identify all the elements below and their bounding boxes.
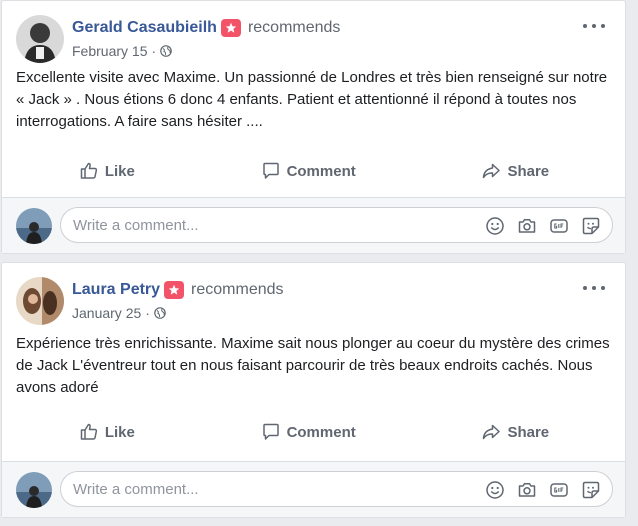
comment-composer [2,461,625,517]
post-text: Expérience très enrichissante. Maxime sa… [16,335,610,396]
gif-icon[interactable] [548,479,570,501]
smiley-icon[interactable] [484,479,506,501]
post-date[interactable]: February 15 [72,43,147,59]
comment-input[interactable] [73,208,473,242]
comment-tools [484,479,602,501]
like-label: Like [104,423,135,441]
star-badge-icon [220,19,241,37]
share-button[interactable]: Share [481,422,549,442]
share-arrow-icon [483,163,501,179]
like-label: Like [104,162,135,180]
comment-label: Comment [286,423,356,441]
post-card: Gerald Casaubieilh recommends February 1… [1,0,626,254]
share-label: Share [507,423,550,441]
more-options-icon[interactable] [583,281,605,295]
author-name[interactable]: Gerald Casaubieilh [72,19,217,37]
author-name[interactable]: Laura Petry [72,281,160,299]
meta-separator: · [145,305,150,321]
post-actions: Like Comment Share [16,412,612,452]
viewer-avatar[interactable] [16,208,52,244]
author-line: Gerald Casaubieilh recommends [72,19,340,37]
post-meta: February 15 · [72,43,172,59]
globe-icon [160,45,172,57]
recommends-label: recommends [247,19,341,36]
meta-separator: · [151,43,157,59]
comment-input[interactable] [73,472,473,506]
author-avatar[interactable] [16,277,64,325]
thumbs-up-icon [80,423,97,440]
viewer-avatar[interactable] [16,472,52,508]
comment-composer [2,197,625,253]
post-card: Laura Petry recommends January 25 · Expé… [1,262,626,518]
author-line: Laura Petry recommends [72,281,284,299]
globe-icon [154,307,166,319]
author-avatar[interactable] [16,15,64,63]
thumbs-up-icon [80,162,97,179]
like-button[interactable]: Like [79,161,135,181]
comment-tools [484,215,602,237]
gif-icon[interactable] [548,215,570,237]
post-header: Gerald Casaubieilh recommends February 1… [16,13,611,63]
camera-icon[interactable] [516,215,538,237]
post-text: Excellente visite avec Maxime. Un passio… [16,69,608,130]
post-meta: January 25 · [72,305,166,321]
post-actions: Like Comment Share [16,151,612,191]
star-badge-icon [164,281,185,299]
post-date[interactable]: January 25 [72,305,141,321]
comment-box [60,471,613,507]
share-arrow-icon [483,424,501,440]
comment-button[interactable]: Comment [261,161,356,181]
post-header: Laura Petry recommends January 25 · [16,275,611,325]
speech-bubble-icon [262,423,279,440]
speech-bubble-icon [262,162,279,179]
recommends-label: recommends [191,281,284,298]
share-label: Share [507,162,550,180]
like-button[interactable]: Like [79,422,135,442]
comment-box [60,207,613,243]
share-button[interactable]: Share [481,161,549,181]
sticker-icon[interactable] [580,215,602,237]
comment-button[interactable]: Comment [261,422,356,442]
smiley-icon[interactable] [484,215,506,237]
sticker-icon[interactable] [580,479,602,501]
camera-icon[interactable] [516,479,538,501]
comment-label: Comment [286,162,356,180]
more-options-icon[interactable] [583,19,605,33]
